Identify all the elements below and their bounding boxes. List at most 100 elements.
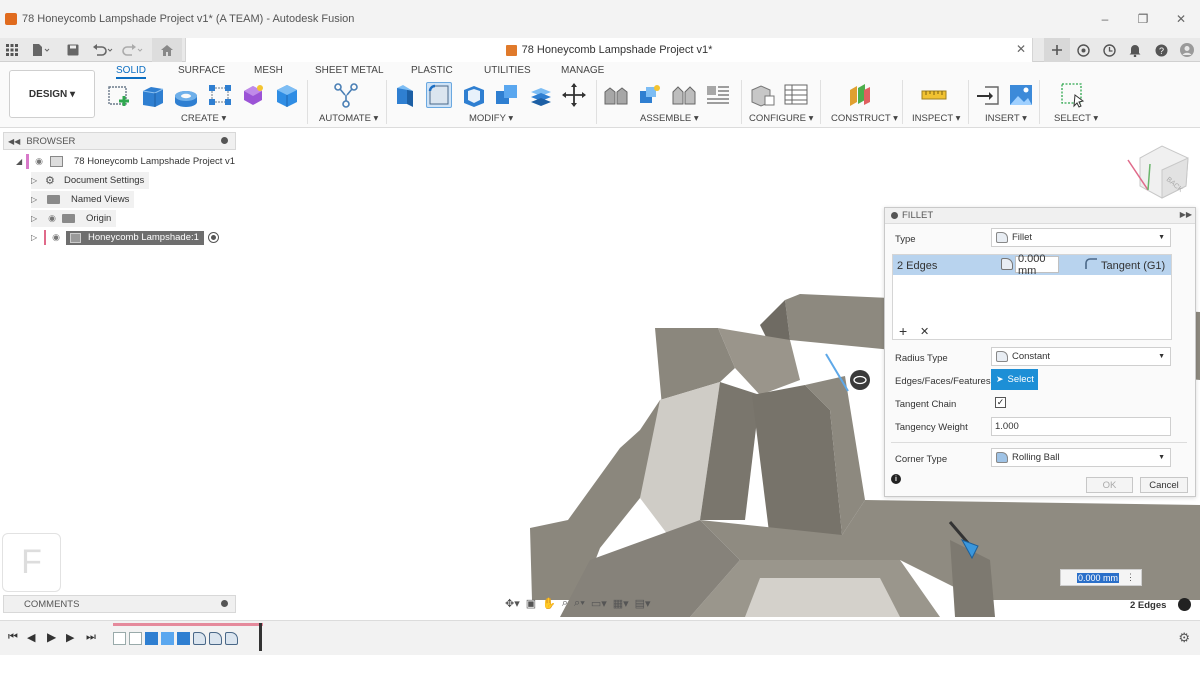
redo-icon[interactable] <box>121 38 143 62</box>
as-built-joint-icon[interactable] <box>671 82 697 108</box>
group-construct[interactable]: CONSTRUCT ▾ <box>831 113 898 124</box>
pan-icon[interactable]: ✋ <box>542 597 556 610</box>
tree-item-document-settings[interactable]: ▷ ⚙ Document Settings <box>31 172 150 189</box>
group-assemble[interactable]: ASSEMBLE ▾ <box>640 113 699 124</box>
tree-item-honeycomb-lampshade[interactable]: ▷ ◉ Honeycomb Lampshade:1 <box>31 229 219 246</box>
ok-button[interactable]: OK <box>1086 477 1133 493</box>
timeline-pattern-icon[interactable] <box>161 631 174 645</box>
timeline-fillet-icon[interactable] <box>209 631 222 645</box>
extensions-icon[interactable] <box>1070 38 1096 62</box>
pattern-icon[interactable] <box>207 82 233 108</box>
grid-settings-icon[interactable]: ▦▾ <box>613 597 629 610</box>
group-create[interactable]: CREATE ▾ <box>181 113 226 124</box>
timeline-marker[interactable] <box>259 623 262 651</box>
expand-dialog-icon[interactable]: ▶▶ <box>1180 210 1192 219</box>
timeline-extrude-icon[interactable] <box>145 631 158 645</box>
info-icon[interactable]: i <box>891 474 901 484</box>
joint-icon[interactable] <box>637 82 663 108</box>
tangent-continuity-icon[interactable] <box>1085 258 1098 270</box>
zoom-icon[interactable]: ⌕ <box>562 597 568 610</box>
cancel-button[interactable]: Cancel <box>1140 477 1188 493</box>
browser-header[interactable]: ◀◀ BROWSER <box>3 132 236 150</box>
collapse-browser-icon[interactable]: ◀◀ <box>8 137 20 146</box>
tangency-weight-input[interactable]: 1.000 <box>991 417 1171 436</box>
create-sketch-icon[interactable] <box>106 82 132 108</box>
orbit-icon[interactable]: ✥▾ <box>505 597 520 610</box>
expand-triangle-icon[interactable]: ▷ <box>31 195 41 204</box>
corner-type-dropdown[interactable]: Rolling Ball ▼ <box>991 448 1171 467</box>
timeline-fillet-icon[interactable] <box>193 631 206 645</box>
close-window-button[interactable]: ✕ <box>1162 0 1200 38</box>
group-select[interactable]: SELECT ▾ <box>1054 113 1098 124</box>
shell-icon[interactable] <box>461 82 487 108</box>
timeline-extrude-icon[interactable] <box>177 631 190 645</box>
tab-mesh[interactable]: MESH <box>254 65 283 76</box>
tree-item-root[interactable]: ◢ ◉ 78 Honeycomb Lampshade Project v1 <box>16 153 240 170</box>
expand-triangle-icon[interactable]: ▷ <box>31 233 41 242</box>
timeline-sketch-icon[interactable] <box>113 631 126 645</box>
bill-of-materials-icon[interactable] <box>705 82 731 108</box>
edge-marker-icon[interactable] <box>850 370 870 390</box>
fillet-dialog-header[interactable]: FILLET ▶▶ <box>885 208 1195 224</box>
visibility-eye-icon[interactable]: ◉ <box>32 156 46 167</box>
status-indicator-icon[interactable] <box>1178 598 1191 611</box>
new-tab-icon[interactable] <box>1044 38 1070 62</box>
tab-sheet-metal[interactable]: SHEET METAL <box>315 65 384 76</box>
group-modify[interactable]: MODIFY ▾ <box>469 113 513 124</box>
tree-item-origin[interactable]: ▷ ◉ Origin <box>31 210 117 227</box>
revolve-icon[interactable] <box>173 82 199 108</box>
new-component-icon[interactable] <box>604 82 630 108</box>
press-pull-icon[interactable] <box>393 82 419 108</box>
combine-icon[interactable] <box>494 82 520 108</box>
select-icon[interactable] <box>1060 82 1086 108</box>
zoom-window-icon[interactable]: ⌕▾ <box>574 597 585 610</box>
form-icon[interactable] <box>240 82 266 108</box>
edge-set-row[interactable]: 2 Edges 0.000 mm Tangent (G1) <box>893 253 1171 277</box>
group-automate[interactable]: AUTOMATE ▾ <box>319 113 378 124</box>
component-chip[interactable]: Honeycomb Lampshade:1 <box>66 230 204 245</box>
workspace-switcher[interactable]: DESIGN ▾ <box>9 70 95 118</box>
tangent-chain-checkbox[interactable]: ✓ <box>995 397 1006 408</box>
job-status-icon[interactable] <box>1096 38 1122 62</box>
measure-icon[interactable] <box>921 82 947 108</box>
offset-face-icon[interactable] <box>528 82 554 108</box>
visibility-eye-icon[interactable]: ◉ <box>45 213 59 224</box>
visibility-eye-icon[interactable]: ◉ <box>49 232 63 243</box>
type-dropdown[interactable]: Fillet ▼ <box>991 228 1171 247</box>
minimize-button[interactable]: – <box>1086 0 1124 38</box>
group-configure[interactable]: CONFIGURE ▾ <box>749 113 813 124</box>
group-inspect[interactable]: INSPECT ▾ <box>912 113 960 124</box>
help-icon[interactable]: ? <box>1148 38 1174 62</box>
box-icon[interactable] <box>274 82 300 108</box>
play-icon[interactable]: ▶ <box>47 630 56 644</box>
configuration-table-icon[interactable] <box>783 82 809 108</box>
continuity-value[interactable]: Tangent (G1) <box>1101 260 1165 272</box>
configure-icon[interactable] <box>749 82 775 108</box>
collapse-triangle-icon[interactable]: ◢ <box>16 157 26 166</box>
activate-component-icon[interactable] <box>207 232 219 243</box>
file-menu-icon[interactable] <box>32 38 50 62</box>
fillet-icon[interactable] <box>426 82 452 108</box>
insert-derive-icon[interactable] <box>975 82 1001 108</box>
undo-icon[interactable] <box>92 38 114 62</box>
comments-panel[interactable]: COMMENTS <box>3 595 236 613</box>
offset-plane-icon[interactable] <box>847 82 873 108</box>
timeline-sketch-icon[interactable] <box>129 631 142 645</box>
save-icon[interactable] <box>67 38 79 62</box>
close-tab-icon[interactable]: ✕ <box>1016 42 1026 56</box>
select-button[interactable]: ➤ Select <box>991 369 1038 390</box>
remove-edge-set-icon[interactable]: ✕ <box>920 325 929 338</box>
go-to-end-icon[interactable]: ⏭ <box>86 631 96 644</box>
comments-pin-icon[interactable] <box>221 600 228 607</box>
tab-manage[interactable]: MANAGE <box>561 65 604 76</box>
go-to-start-icon[interactable]: ⏮ <box>8 631 18 644</box>
document-tab[interactable]: 78 Honeycomb Lampshade Project v1* ✕ <box>185 38 1033 62</box>
group-insert[interactable]: INSERT ▾ <box>985 113 1027 124</box>
user-avatar[interactable] <box>1174 38 1200 62</box>
insert-canvas-icon[interactable] <box>1008 82 1034 108</box>
timeline-settings-gear-icon[interactable]: ⚙ <box>1178 630 1190 646</box>
look-at-icon[interactable]: ▣ <box>526 597 536 610</box>
tab-solid[interactable]: SOLID <box>116 65 147 79</box>
more-options-icon[interactable]: ⋮ <box>1126 572 1135 583</box>
expand-triangle-icon[interactable]: ▷ <box>31 214 41 223</box>
